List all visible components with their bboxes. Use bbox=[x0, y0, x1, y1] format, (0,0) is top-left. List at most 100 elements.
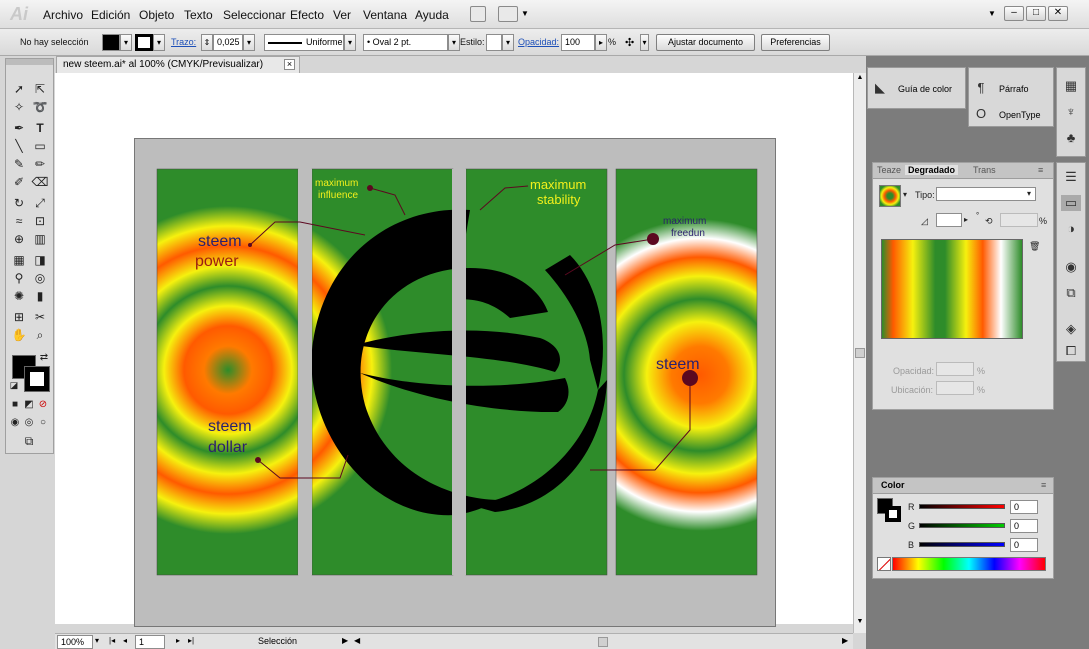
menu-efecto[interactable]: Efecto bbox=[290, 8, 324, 22]
color-panel-title[interactable]: Color bbox=[881, 480, 905, 490]
draw-normal-icon[interactable]: ◉ bbox=[9, 414, 21, 431]
channel-g-slider[interactable] bbox=[919, 523, 1005, 528]
gradient-panel-icon[interactable]: ▭ bbox=[1061, 195, 1081, 211]
scale-tool-icon[interactable]: ⤢ bbox=[31, 195, 49, 212]
scroll-right-icon[interactable]: ▶ bbox=[842, 636, 848, 645]
slice-tool-icon[interactable]: ✂ bbox=[31, 309, 49, 326]
stroke-stepper[interactable]: ⇕ bbox=[201, 34, 213, 51]
gradient-type-select[interactable] bbox=[936, 187, 1036, 201]
menu-ver[interactable]: Ver bbox=[333, 8, 351, 22]
shape-builder-tool-icon[interactable]: ⊕ bbox=[10, 231, 28, 248]
workspace-menu-icon[interactable]: ▼ bbox=[988, 9, 996, 18]
none-color-swatch[interactable] bbox=[877, 557, 891, 571]
stroke-panel-icon[interactable]: ☰ bbox=[1061, 169, 1081, 185]
stroke-color-box[interactable] bbox=[24, 366, 50, 392]
menu-ventana[interactable]: Ventana bbox=[363, 8, 407, 22]
channel-r-field[interactable]: 0 bbox=[1010, 500, 1038, 514]
minimize-button[interactable]: – bbox=[1004, 6, 1024, 21]
draw-inside-icon[interactable]: ○ bbox=[37, 414, 49, 431]
gradient-slider[interactable] bbox=[881, 239, 1023, 339]
blob-brush-tool-icon[interactable]: ✐ bbox=[10, 174, 28, 191]
channel-g-field[interactable]: 0 bbox=[1010, 519, 1038, 533]
brush-field[interactable]: • Oval 2 pt. bbox=[363, 34, 448, 51]
graphic-styles-icon[interactable]: ⧉ bbox=[1061, 285, 1081, 301]
perspective-grid-tool-icon[interactable]: ▥ bbox=[31, 231, 49, 248]
arrange-documents-icon[interactable] bbox=[498, 6, 518, 22]
bridge-icon[interactable] bbox=[470, 6, 486, 22]
stroke-dropdown[interactable]: ▾ bbox=[153, 34, 165, 51]
type-tool-icon[interactable]: T bbox=[31, 120, 49, 137]
paragraph-strip[interactable]: ¶ Párrafo O OpenType bbox=[968, 67, 1054, 127]
stroke-swatch[interactable] bbox=[135, 34, 153, 51]
artboards-panel-icon[interactable]: ⧠ bbox=[1061, 343, 1081, 359]
stroke-profile-field[interactable]: Uniforme bbox=[264, 34, 344, 51]
transparency-panel-icon[interactable]: ◑ bbox=[1061, 221, 1081, 236]
opacity-field[interactable]: 100 bbox=[561, 34, 595, 51]
menu-ayuda[interactable]: Ayuda bbox=[415, 8, 449, 22]
recolor-icon[interactable]: ✣ bbox=[625, 36, 634, 49]
tools-grip[interactable] bbox=[6, 59, 53, 65]
pen-tool-icon[interactable]: ✒ bbox=[10, 120, 28, 137]
style-swatch[interactable] bbox=[486, 34, 502, 51]
club-icon[interactable]: ♣ bbox=[1061, 130, 1081, 145]
menu-archivo[interactable]: Archivo bbox=[43, 8, 83, 22]
channel-b-field[interactable]: 0 bbox=[1010, 538, 1038, 552]
menu-edicion[interactable]: Edición bbox=[91, 8, 130, 22]
color-stroke-box[interactable] bbox=[885, 506, 901, 522]
pencil-tool-icon[interactable]: ✏ bbox=[31, 156, 49, 173]
tab-teaze[interactable]: Teaze bbox=[877, 165, 901, 175]
gradient-tool-icon[interactable]: ◨ bbox=[31, 252, 49, 269]
zoom-dropdown-icon[interactable]: ▾ bbox=[95, 636, 99, 645]
style-dropdown[interactable]: ▾ bbox=[502, 34, 514, 51]
status-menu-icon[interactable]: ▶ bbox=[342, 636, 348, 645]
scroll-left-icon[interactable]: ◀ bbox=[354, 636, 360, 645]
artboard-tool-icon[interactable]: ⊞ bbox=[10, 309, 28, 326]
hscroll-thumb[interactable] bbox=[598, 637, 608, 647]
direct-selection-tool-icon[interactable]: ⇱ bbox=[31, 81, 49, 98]
angle-dropdown-icon[interactable]: ▸ bbox=[964, 215, 968, 224]
eraser-tool-icon[interactable]: ⌫ bbox=[31, 174, 49, 191]
symbol-icon[interactable]: ♆ bbox=[1061, 104, 1081, 119]
draw-behind-icon[interactable]: ◎ bbox=[23, 414, 35, 431]
stroke-label[interactable]: Trazo: bbox=[171, 37, 196, 47]
last-page-icon[interactable]: ▸| bbox=[188, 636, 194, 645]
line-tool-icon[interactable]: ╲ bbox=[10, 138, 28, 155]
rotate-tool-icon[interactable]: ↻ bbox=[10, 195, 28, 212]
stroke-profile-dropdown[interactable]: ▾ bbox=[344, 34, 356, 51]
lasso-tool-icon[interactable]: ➰ bbox=[31, 99, 49, 116]
menu-objeto[interactable]: Objeto bbox=[139, 8, 174, 22]
stop-opacity-field[interactable] bbox=[936, 362, 974, 376]
swatch-dropdown-icon[interactable]: ▾ bbox=[903, 190, 907, 199]
scroll-thumb[interactable] bbox=[855, 348, 865, 358]
scroll-down-icon[interactable]: ▼ bbox=[855, 618, 865, 629]
zoom-field[interactable]: 100% bbox=[57, 635, 93, 649]
vertical-scrollbar[interactable]: ▲ ▼ bbox=[853, 73, 866, 633]
close-tab-icon[interactable]: × bbox=[284, 59, 295, 70]
recolor-dropdown[interactable]: ▾ bbox=[640, 34, 649, 51]
menu-texto[interactable]: Texto bbox=[184, 8, 213, 22]
aspect-ratio-field[interactable] bbox=[1000, 213, 1038, 227]
selection-tool-icon[interactable]: ➚ bbox=[10, 81, 28, 98]
rectangle-tool-icon[interactable]: ▭ bbox=[31, 138, 49, 155]
layers-panel-icon[interactable]: ◈ bbox=[1061, 321, 1081, 337]
blend-tool-icon[interactable]: ◎ bbox=[31, 270, 49, 287]
magic-wand-tool-icon[interactable]: ✧ bbox=[10, 99, 28, 116]
channel-b-slider[interactable] bbox=[919, 542, 1005, 547]
delete-stop-icon[interactable]: 🗑 bbox=[1029, 241, 1040, 252]
color-panel-menu-icon[interactable]: ≡ bbox=[1041, 480, 1046, 490]
aspect-ratio-icon[interactable]: ⟲ bbox=[985, 216, 993, 227]
restore-button[interactable]: □ bbox=[1026, 6, 1046, 21]
stop-location-field[interactable] bbox=[936, 381, 974, 395]
close-button[interactable]: ✕ bbox=[1048, 6, 1068, 21]
angle-field[interactable] bbox=[936, 213, 962, 227]
color-guide-strip[interactable]: ◣ Guía de color bbox=[867, 67, 966, 109]
fill-dropdown[interactable]: ▾ bbox=[120, 34, 132, 51]
swap-colors-icon[interactable]: ⇄ bbox=[38, 349, 50, 366]
screen-mode-icon[interactable]: ⧉ bbox=[20, 433, 38, 450]
opacity-label[interactable]: Opacidad: bbox=[518, 37, 559, 47]
stroke-weight-field[interactable]: 0,025 bbox=[213, 34, 243, 51]
fill-swatch[interactable] bbox=[102, 34, 120, 51]
brush-dropdown[interactable]: ▾ bbox=[448, 34, 460, 51]
first-page-icon[interactable]: |◂ bbox=[109, 636, 115, 645]
appearance-panel-icon[interactable]: ◉ bbox=[1061, 259, 1081, 275]
